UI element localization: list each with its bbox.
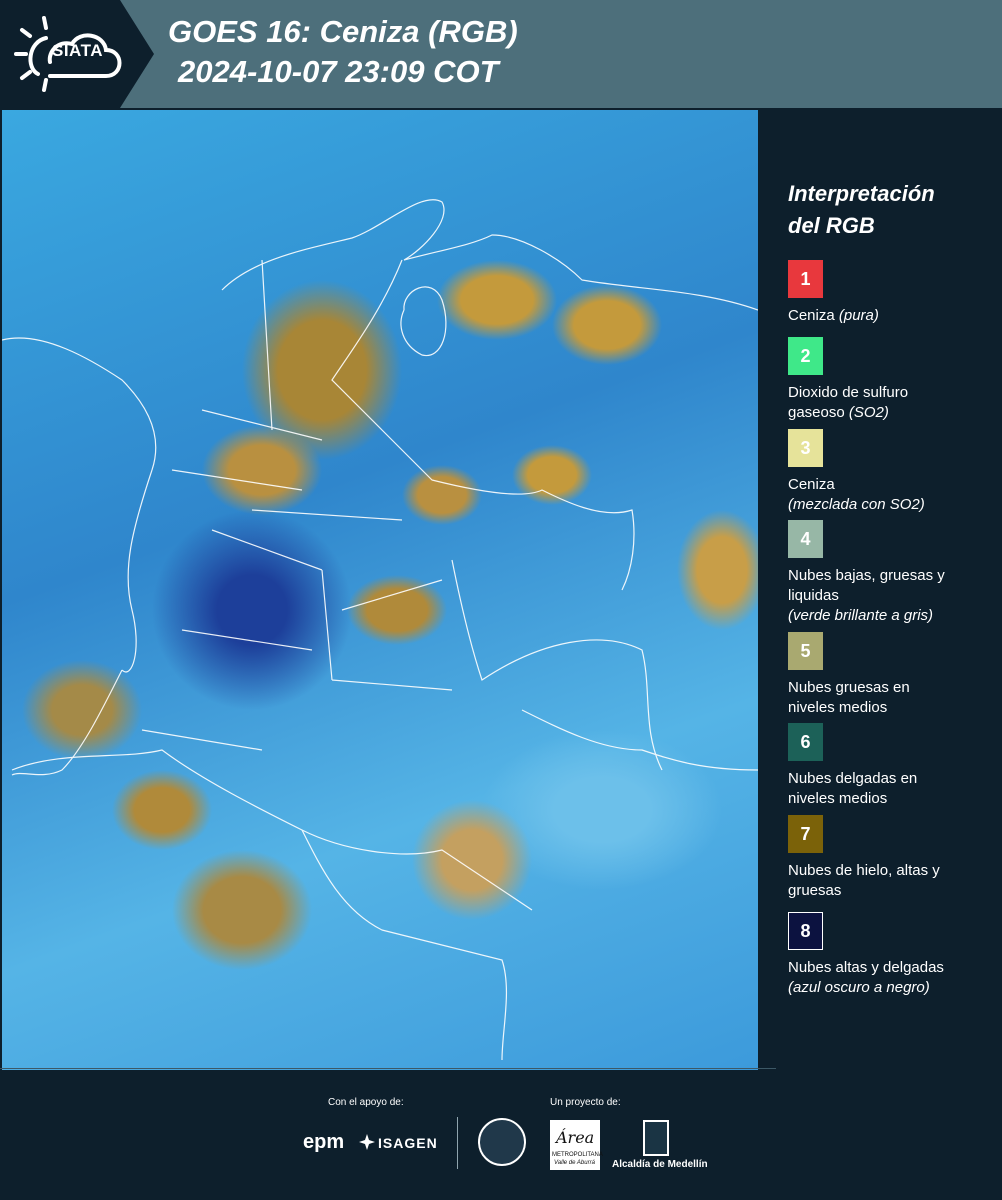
legend-item-7: 7 Nubes de hielo, altas y gruesas (788, 815, 998, 901)
legend-line: niveles medios (788, 790, 888, 807)
legend-item-4: 4 Nubes bajas, gruesas y liquidas (verde br… (788, 520, 998, 626)
epm-logo: epm (303, 1131, 345, 1153)
border-colombia-venezuela (331, 259, 635, 591)
legend-note: (SO2) (848, 404, 889, 421)
legend-swatch: 8 (788, 912, 823, 950)
alcaldia-shield-icon (643, 1120, 669, 1156)
legend-line: Nubes gruesas en (788, 679, 910, 696)
legend-line: Nubes altas y delgadas (788, 959, 944, 976)
legend-note: (mezclada con SO2) (788, 496, 925, 513)
border-panama (2, 337, 157, 471)
border-ecuador (11, 669, 123, 776)
legend-swatch: 6 (788, 723, 823, 761)
border-peru-brazil (301, 829, 508, 1061)
legend-swatch: 2 (788, 337, 823, 375)
legend-line: gaseoso (SO2) (788, 404, 889, 421)
legend-note: (verde brillante a gris) (788, 607, 934, 624)
legend-item-5: 5 Nubes gruesas en niveles medios (788, 632, 998, 718)
brazil-border (521, 709, 758, 771)
legend-line: niveles medios (788, 699, 888, 716)
legend-swatch: 7 (788, 815, 823, 853)
legend-line: Nubes delgadas en (788, 770, 918, 787)
legend-description: Ceniza (pura) (788, 306, 998, 326)
legend-item-3: 3 Ceniza (mezclada con SO2) (788, 429, 998, 515)
legend-item-1: 1 Ceniza (pura) (788, 260, 998, 326)
project-label: Un proyecto de: (550, 1097, 621, 1108)
border-colombia-south (11, 749, 533, 911)
legend-description: Nubes gruesas en niveles medios (788, 678, 998, 718)
product-timestamp: 2024-10-07 23:09 COT (178, 54, 499, 89)
border-colombia-east (451, 559, 663, 771)
border-pacific-coast (121, 469, 153, 673)
legend-line: Ceniza (pura) (788, 307, 879, 324)
isagen-star-icon (359, 1134, 375, 1150)
legend-swatch: 3 (788, 429, 823, 467)
map-divider (0, 1068, 776, 1069)
satellite-map (2, 110, 758, 1070)
page: SIATA GOES 16: Ceniza (RGB) 2024-10-07 2… (0, 0, 1002, 1200)
legend-swatch: 5 (788, 632, 823, 670)
support-label: Con el apoyo de: (328, 1097, 404, 1108)
legend-line: liquidas (788, 587, 839, 604)
lake-maracaibo (400, 286, 447, 357)
area-metropolitana-logo: Área METROPOLITANA Valle de Aburrá (550, 1120, 603, 1170)
gobernacion-seal-icon (478, 1118, 526, 1166)
legend-note: (azul oscuro a negro) (788, 979, 930, 996)
legend-item-8: 8 Nubes altas y delgadas (azul oscuro a ne… (788, 912, 998, 998)
legend-line: gruesas (788, 882, 842, 899)
legend-line: Nubes bajas, gruesas y (788, 567, 945, 584)
legend-line: Ceniza (788, 476, 835, 493)
legend-line: Nubes de hielo, altas y (788, 862, 940, 879)
borders-overlay (2, 199, 758, 1061)
legend-description: Dioxido de sulfuro gaseoso (SO2) (788, 383, 998, 423)
legend-title: Interpretación del RGB (788, 181, 935, 238)
legend-description: Nubes bajas, gruesas y liquidas (verde bri… (788, 566, 998, 626)
legend-description: Ceniza (mezclada con SO2) (788, 475, 998, 515)
alcaldia-logo-text: Alcaldía de Medellín (612, 1159, 708, 1170)
isagen-logo: ISAGEN (378, 1135, 438, 1151)
legend-swatch: 1 (788, 260, 823, 298)
legend-item-2: 2 Dioxido de sulfuro gaseoso (SO2) (788, 337, 998, 423)
legend-item-6: 6 Nubes delgadas en niveles medios (788, 723, 998, 809)
legend-description: Nubes delgadas en niveles medios (788, 769, 998, 809)
legend-line: Dioxido de sulfuro (788, 384, 909, 401)
coastline-caribbean (221, 199, 758, 311)
departments-grid (141, 259, 453, 751)
legend-description: Nubes altas y delgadas (azul oscuro a neg… (788, 958, 998, 998)
legend-description: Nubes de hielo, altas y gruesas (788, 861, 998, 901)
siata-logo-text: SIATA (52, 41, 103, 60)
product-title: GOES 16: Ceniza (RGB) (168, 14, 518, 49)
footer-divider (457, 1117, 458, 1169)
legend-note: (pura) (838, 307, 879, 324)
legend-swatch: 4 (788, 520, 823, 558)
